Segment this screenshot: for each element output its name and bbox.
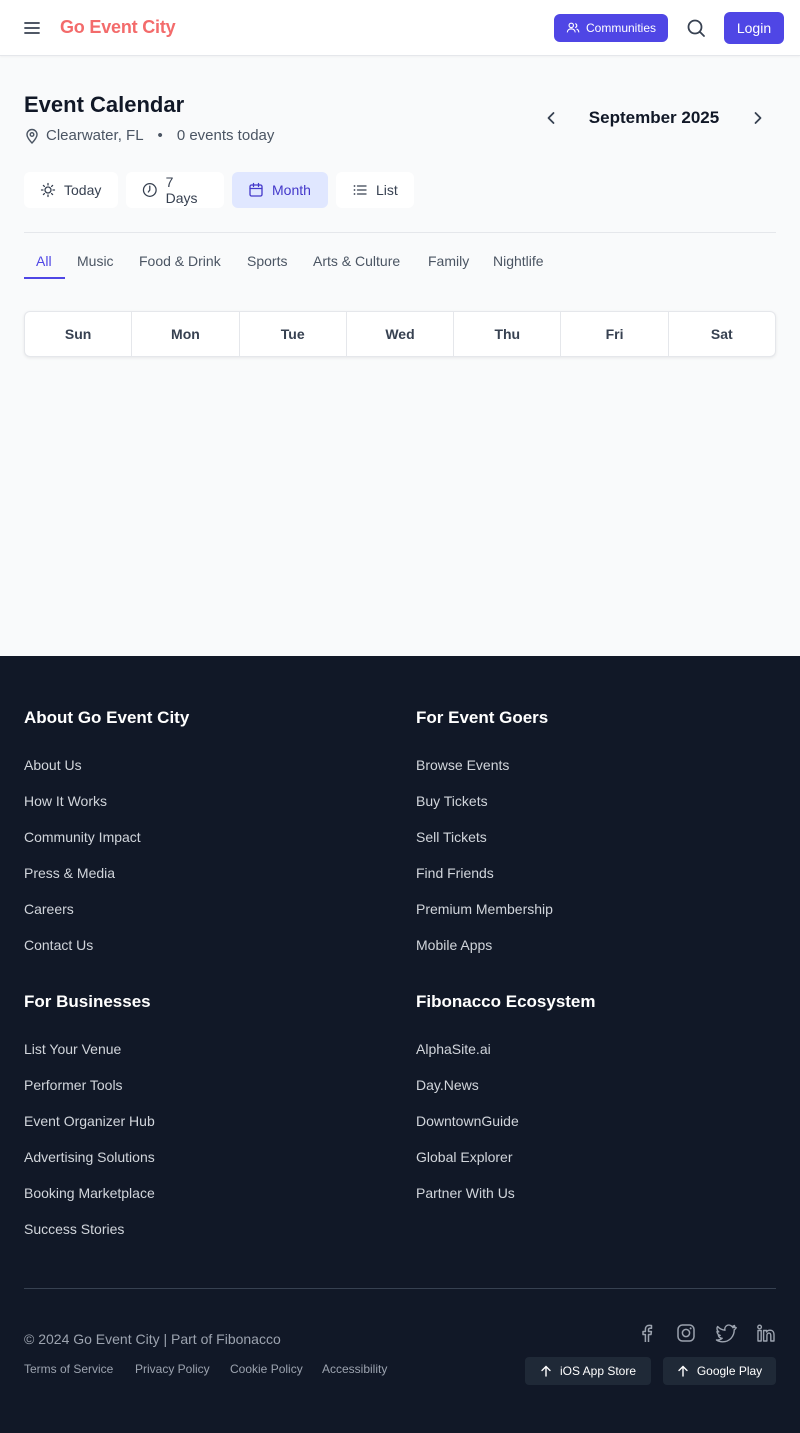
divider (24, 232, 776, 233)
view-tab-7-days[interactable]: 7 Days (126, 172, 224, 208)
google-play-button[interactable]: Google Play (663, 1357, 776, 1385)
footer-link[interactable]: Global Explorer (416, 1149, 513, 1165)
footer-link[interactable]: Mobile Apps (416, 937, 492, 953)
calendar-icon (249, 182, 263, 197)
separator-dot: • (157, 127, 163, 144)
footer-link[interactable]: Event Organizer Hub (24, 1113, 155, 1129)
footer-link[interactable]: Success Stories (24, 1221, 124, 1237)
communities-label: Communities (585, 21, 657, 35)
view-tab-label: Month (272, 182, 311, 198)
footer-link[interactable]: Booking Marketplace (24, 1185, 155, 1201)
hamburger-menu-icon[interactable] (22, 18, 42, 38)
footer-link[interactable]: Community Impact (24, 829, 141, 845)
weekday-sun: Sun (25, 312, 133, 356)
footer-link[interactable]: Find Friends (416, 865, 494, 881)
footer-link[interactable]: Partner With Us (416, 1185, 515, 1201)
weekday-fri: Fri (561, 312, 669, 356)
login-button[interactable]: Login (724, 12, 784, 44)
footer-section-ecosystem: Fibonacco Ecosystem AlphaSite.ai Day.New… (416, 992, 776, 1232)
communities-button[interactable]: Communities (554, 14, 668, 42)
footer-section-businesses: For Businesses List Your Venue Performer… (24, 992, 384, 1237)
active-tab-indicator (24, 277, 65, 279)
category-tab-nightlife[interactable]: Nightlife (493, 253, 544, 269)
weekday-wed: Wed (347, 312, 455, 356)
footer-link[interactable]: DowntownGuide (416, 1113, 519, 1129)
view-tab-month[interactable]: Month (232, 172, 328, 208)
weekday-mon: Mon (132, 312, 240, 356)
site-footer: About Go Event City About Us How It Work… (0, 656, 800, 1433)
footer-section-about: About Go Event City About Us How It Work… (24, 708, 384, 953)
accessibility-link[interactable]: Accessibility (322, 1362, 387, 1376)
footer-section-event-goers: For Event Goers Browse Events Buy Ticket… (416, 708, 776, 953)
current-month-label: September 2025 (588, 108, 720, 127)
footer-link[interactable]: Browse Events (416, 757, 509, 773)
copyright-text: © 2024 Go Event City | Part of Fibonacco (24, 1331, 281, 1347)
sun-icon (40, 182, 56, 198)
arrow-up-icon (678, 1365, 688, 1377)
footer-section-title: About Go Event City (24, 708, 190, 727)
view-tab-today[interactable]: Today (24, 172, 118, 208)
footer-link[interactable]: Day.News (416, 1077, 479, 1093)
footer-link[interactable]: Press & Media (24, 865, 115, 881)
instagram-icon[interactable] (675, 1322, 697, 1344)
footer-section-title: For Businesses (24, 992, 151, 1011)
footer-link[interactable]: Performer Tools (24, 1077, 123, 1093)
footer-divider (24, 1288, 776, 1289)
weekday-sat: Sat (710, 326, 733, 342)
category-tab-music[interactable]: Music (77, 253, 114, 269)
weekday-tue: Tue (240, 312, 347, 356)
events-today-count: 0 events today (176, 127, 275, 144)
month-navigation: September 2025 (540, 104, 776, 132)
category-tab-family[interactable]: Family (428, 253, 469, 269)
terms-link[interactable]: Terms of Service (24, 1362, 113, 1376)
app-button-label: Google Play (696, 1364, 763, 1378)
page-title: Event Calendar (24, 92, 185, 117)
facebook-icon[interactable] (636, 1322, 658, 1344)
list-icon (353, 185, 367, 195)
view-tab-list[interactable]: List (336, 172, 414, 208)
view-tab-label: 7 Days (165, 174, 198, 206)
linkedin-icon[interactable] (755, 1322, 777, 1344)
clock-icon (142, 183, 157, 197)
privacy-link[interactable]: Privacy Policy (135, 1362, 210, 1376)
category-tab-sports[interactable]: Sports (247, 253, 287, 269)
category-tab-arts-culture[interactable]: Arts & Culture (313, 253, 400, 269)
ios-app-store-button[interactable]: iOS App Store (525, 1357, 651, 1385)
weekday-thu: Thu (454, 312, 562, 356)
footer-link[interactable]: Sell Tickets (416, 829, 487, 845)
footer-link[interactable]: Careers (24, 901, 74, 917)
brand-logo[interactable]: Go Event City (60, 17, 176, 38)
footer-link[interactable]: Contact Us (24, 937, 93, 953)
view-tab-label: List (376, 182, 398, 198)
search-icon[interactable] (685, 17, 707, 39)
footer-link[interactable]: Advertising Solutions (24, 1149, 155, 1165)
calendar-weekday-header: Sun Mon Tue Wed Thu Fri Sat (24, 311, 776, 357)
view-tab-label: Today (64, 182, 102, 198)
arrow-up-icon (541, 1365, 551, 1377)
cookie-link[interactable]: Cookie Policy (230, 1362, 303, 1376)
footer-link[interactable]: AlphaSite.ai (416, 1041, 491, 1057)
footer-link[interactable]: Premium Membership (416, 901, 553, 917)
footer-link[interactable]: About Us (24, 757, 82, 773)
users-icon (566, 22, 580, 33)
footer-link[interactable]: How It Works (24, 793, 107, 809)
footer-link[interactable]: Buy Tickets (416, 793, 488, 809)
app-button-label: iOS App Store (559, 1364, 637, 1378)
map-pin-icon (26, 128, 38, 144)
footer-section-title: For Event Goers (416, 708, 549, 727)
footer-section-title: Fibonacco Ecosystem (416, 992, 596, 1011)
top-navbar: Go Event City Communities Login (0, 0, 800, 56)
location-label: Clearwater, FL (46, 127, 144, 144)
chevron-right-icon[interactable] (748, 108, 768, 128)
twitter-icon[interactable] (715, 1322, 737, 1344)
category-tab-food-drink[interactable]: Food & Drink (139, 253, 221, 269)
footer-link[interactable]: List Your Venue (24, 1041, 121, 1057)
category-tab-all[interactable]: All (36, 253, 52, 269)
location-row: Clearwater, FL • 0 events today (24, 127, 274, 144)
